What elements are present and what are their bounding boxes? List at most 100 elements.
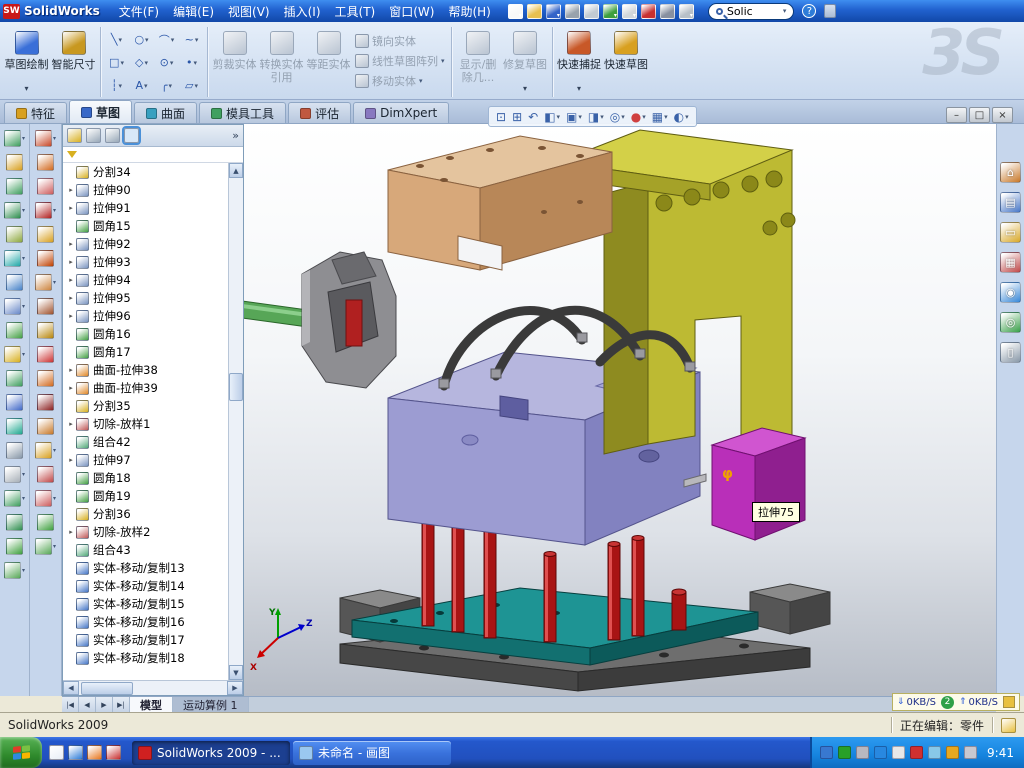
fillet-icon[interactable] — [6, 322, 23, 339]
draft-icon[interactable] — [6, 394, 23, 411]
appearances-icon[interactable]: ◉ — [1000, 282, 1021, 303]
design-library-icon[interactable]: ▤ — [1000, 192, 1021, 213]
chamfer-dimension-icon[interactable] — [37, 250, 54, 267]
feature-tree-item[interactable]: 圆角17 — [63, 343, 243, 361]
sketch-fillet-tool-icon[interactable]: ╭▾ — [154, 74, 179, 97]
menubar-item-2[interactable]: 视图(V) — [221, 1, 277, 22]
feature-tree-item[interactable]: 圆角19 — [63, 487, 243, 505]
plane-tool-icon[interactable]: ▱▾ — [179, 74, 204, 97]
shield-icon[interactable] — [946, 746, 959, 759]
scrollbar-thumb[interactable] — [229, 373, 243, 401]
tab-nav-icon-0[interactable]: |◀ — [62, 697, 79, 712]
feature-tree-item[interactable]: ▸拉伸96 — [63, 307, 243, 325]
volume-icon[interactable] — [964, 746, 977, 759]
feature-tree-item[interactable]: ▸曲面-拉伸39 — [63, 379, 243, 397]
usb-icon[interactable] — [928, 746, 941, 759]
text-tool-icon[interactable]: A▾ — [129, 74, 154, 97]
ime-language-icon[interactable] — [820, 746, 833, 759]
view-settings-icon[interactable]: ◐▾ — [672, 110, 691, 124]
minimize-button[interactable]: – — [946, 107, 967, 123]
feature-tree-item[interactable]: ▸拉伸93 — [63, 253, 243, 271]
menubar-item-0[interactable]: 文件(F) — [112, 1, 166, 22]
reference-geometry-icon[interactable]: ▾ — [4, 466, 25, 483]
model-part-gripper[interactable] — [302, 252, 396, 388]
auto-relation-icon[interactable] — [37, 298, 54, 315]
expand-arrow-icon[interactable]: ▸ — [66, 294, 76, 302]
decals-icon[interactable]: ◎ — [1000, 312, 1021, 333]
file-properties-icon[interactable] — [660, 4, 675, 19]
feature-tree-item[interactable]: 圆角16 — [63, 325, 243, 343]
lofted-boss-icon[interactable]: ▾ — [4, 202, 25, 219]
instant3d-icon[interactable] — [6, 514, 23, 531]
previous-view-icon[interactable]: ↶ — [526, 110, 540, 124]
show-desktop-icon[interactable] — [49, 745, 64, 760]
pattern-sketch-icon[interactable] — [37, 466, 54, 483]
menubar-item-5[interactable]: 窗口(W) — [382, 1, 441, 22]
feature-tree-item[interactable]: 组合43 — [63, 541, 243, 559]
feature-tree-item[interactable]: 实体-移动/复制16 — [63, 613, 243, 631]
search-input[interactable] — [727, 5, 779, 18]
display-style-icon[interactable]: ◨▾ — [586, 110, 606, 124]
snipping-icon[interactable] — [856, 746, 869, 759]
scroll-down-icon[interactable]: ▼ — [229, 665, 243, 680]
tab-0[interactable]: 特征 — [4, 102, 67, 123]
help-icon[interactable]: ? — [802, 4, 816, 18]
toolbar-overflow-icon[interactable] — [824, 4, 836, 18]
rectangle-tool-icon[interactable]: □▾ — [104, 51, 129, 74]
line-tool-icon[interactable]: ╲▾ — [104, 28, 129, 51]
shell-icon[interactable] — [6, 418, 23, 435]
solidworks-resources-icon[interactable]: ⌂ — [1000, 162, 1021, 183]
tab-3[interactable]: 模具工具 — [199, 102, 286, 123]
document-tab-0[interactable]: 模型 — [130, 697, 173, 712]
extruded-cut-icon[interactable] — [6, 226, 23, 243]
baseline-dimension-icon[interactable]: ▾ — [35, 202, 56, 219]
feature-tree-item[interactable]: ▸拉伸94 — [63, 271, 243, 289]
curves-icon[interactable]: ▾ — [4, 490, 25, 507]
rebuild-icon[interactable] — [641, 4, 656, 19]
feature-tree-item[interactable]: ▸切除-放样1 — [63, 415, 243, 433]
feature-tree-item[interactable]: 分割34 — [63, 163, 243, 181]
rib-icon[interactable] — [6, 370, 23, 387]
mirror-sketch-icon[interactable]: ▾ — [35, 442, 56, 459]
linear-pattern-icon[interactable]: ▾ — [4, 298, 25, 315]
expand-arrow-icon[interactable]: ▸ — [66, 312, 76, 320]
spline-tool-icon[interactable]: ~▾ — [179, 28, 204, 51]
sketch-tools-icon[interactable]: ▾ — [35, 538, 56, 555]
expand-arrow-icon[interactable]: ▸ — [66, 420, 76, 428]
tab-nav-icon-2[interactable]: ▶ — [96, 697, 113, 712]
relation-status-icon[interactable] — [37, 322, 54, 339]
hole-wizard-icon[interactable]: ▾ — [4, 250, 25, 267]
close-button[interactable]: × — [992, 107, 1013, 123]
swept-boss-icon[interactable] — [6, 178, 23, 195]
select-icon[interactable]: ▾ — [622, 4, 637, 19]
configuration-manager-icon[interactable] — [105, 128, 120, 143]
antivirus-icon[interactable] — [838, 746, 851, 759]
tree-vertical-scrollbar[interactable]: ▲ ▼ — [228, 163, 243, 680]
custom-properties-icon[interactable]: ▯ — [1000, 342, 1021, 363]
centerline-tool-icon[interactable]: ┆▾ — [104, 74, 129, 97]
search-box[interactable]: ▾ — [708, 3, 795, 20]
feature-tree-filter[interactable] — [63, 147, 243, 163]
internet-explorer-icon[interactable] — [68, 745, 83, 760]
viewport-canvas[interactable]: φ — [244, 124, 996, 696]
offset-icon[interactable] — [37, 418, 54, 435]
sketch-picture-icon[interactable]: ▾ — [4, 562, 25, 579]
start-button[interactable] — [0, 737, 42, 768]
feature-tree-item[interactable]: 分割35 — [63, 397, 243, 415]
zoom-fit-icon[interactable]: ⊡ — [494, 110, 508, 124]
sketch-button[interactable]: 草图绘制▾ — [3, 26, 50, 94]
menubar-item-6[interactable]: 帮助(H) — [441, 1, 497, 22]
move-sketch-icon[interactable]: ▾ — [35, 490, 56, 507]
new-document-icon[interactable]: ▾ — [508, 4, 523, 19]
tree-horizontal-scrollbar[interactable]: ◀ ▶ — [63, 680, 243, 695]
file-explorer-icon[interactable]: ▭ — [1000, 222, 1021, 243]
hide-show-items-icon[interactable]: ◎▾ — [608, 110, 627, 124]
feature-manager-icon[interactable] — [67, 128, 82, 143]
feature-tree-item[interactable]: ▸拉伸97 — [63, 451, 243, 469]
feature-tree-item[interactable]: ▸切除-放样2 — [63, 523, 243, 541]
feature-tree-item[interactable]: 实体-移动/复制18 — [63, 649, 243, 667]
revolved-cut-icon[interactable] — [6, 274, 23, 291]
chamfer-icon[interactable]: ▾ — [4, 346, 25, 363]
geometric-relation-icon[interactable]: ▾ — [35, 274, 56, 291]
tab-4[interactable]: 评估 — [288, 102, 351, 123]
